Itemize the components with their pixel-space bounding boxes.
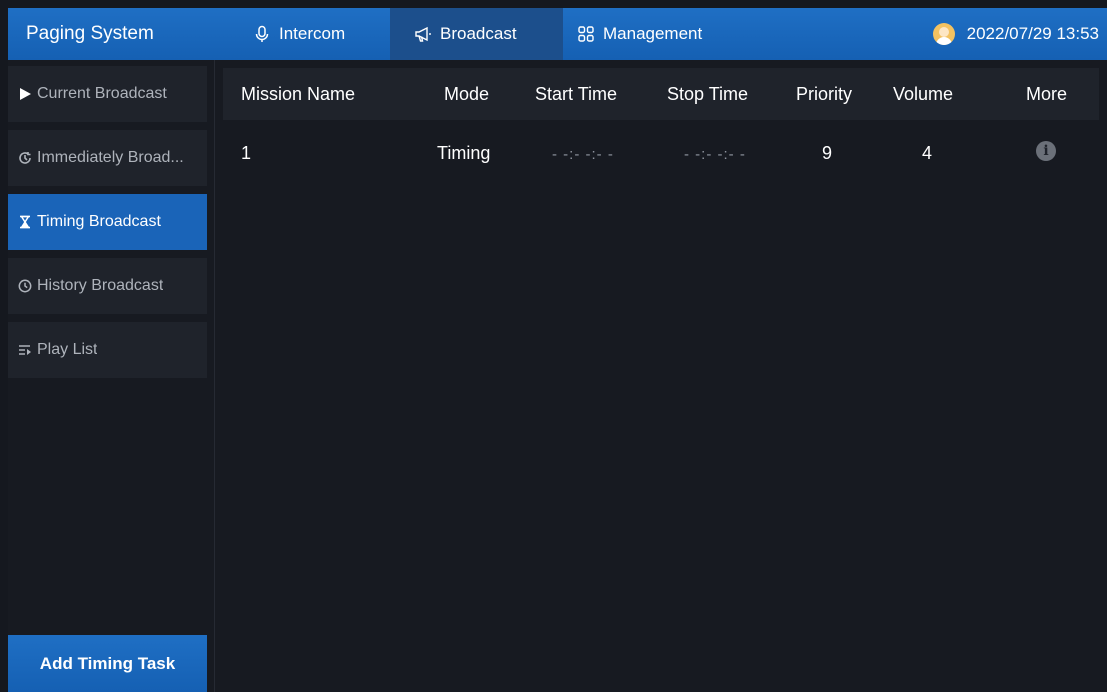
clock-icon — [18, 279, 32, 293]
sidebar-item-label: Immediately Broad... — [37, 149, 184, 166]
sidebar-item-current-broadcast[interactable]: Current Broadcast — [8, 66, 207, 122]
column-header-start-time: Start Time — [535, 84, 618, 104]
cell-stop-time: - -:- -:- - — [684, 146, 746, 163]
sidebar: Current Broadcast Immediately Broad... T… — [8, 60, 215, 692]
column-header-priority: Priority — [796, 84, 853, 104]
table-header: Mission Name Mode Start Time Stop Time P… — [223, 68, 1099, 120]
broadcast-table: Mission Name Mode Start Time Stop Time P… — [223, 68, 1099, 692]
play-icon — [20, 88, 31, 100]
tab-management[interactable]: Management — [563, 8, 763, 60]
sidebar-item-label: Timing Broadcast — [37, 213, 161, 230]
tab-management-label: Management — [603, 24, 703, 43]
sidebar-item-label: Play List — [37, 341, 98, 358]
cell-priority: 9 — [822, 143, 833, 163]
sidebar-item-label: History Broadcast — [37, 277, 164, 294]
sidebar-item-play-list[interactable]: Play List — [8, 322, 207, 378]
tab-intercom[interactable]: Intercom — [213, 8, 390, 60]
info-icon[interactable]: i — [1036, 141, 1056, 161]
sidebar-item-timing-broadcast[interactable]: Timing Broadcast — [8, 194, 207, 250]
column-header-mission-name: Mission Name — [241, 84, 356, 104]
column-header-volume: Volume — [893, 84, 954, 104]
refresh-clock-icon — [19, 152, 31, 164]
cell-volume: 4 — [922, 143, 933, 163]
top-right-area: 2022/07/29 13:53 — [932, 8, 1107, 60]
playlist-icon — [19, 345, 31, 355]
add-timing-task-button[interactable]: Add Timing Task — [8, 635, 207, 692]
tab-broadcast[interactable]: Broadcast — [390, 8, 563, 60]
app-frame: Paging System Intercom Broadcast Managem… — [8, 8, 1107, 692]
microphone-icon — [255, 25, 269, 42]
column-header-more: More — [1026, 84, 1068, 104]
tab-intercom-label: Intercom — [279, 24, 346, 43]
avatar[interactable] — [932, 23, 955, 45]
sidebar-item-immediately-broadcast[interactable]: Immediately Broad... — [8, 130, 207, 186]
hourglass-icon — [20, 215, 30, 229]
column-header-mode: Mode — [444, 84, 490, 104]
cell-mode: Timing — [437, 143, 491, 163]
cell-start-time: - -:- -:- - — [552, 146, 614, 163]
grid-icon — [578, 26, 594, 42]
datetime: 2022/07/29 13:53 — [966, 24, 1099, 43]
table-row[interactable]: 1 Timing - -:- -:- - - -:- -:- - 9 4 i — [223, 120, 1099, 180]
cell-mission-name: 1 — [241, 143, 252, 163]
sidebar-item-history-broadcast[interactable]: History Broadcast — [8, 258, 207, 314]
app-title: Paging System — [26, 23, 154, 44]
column-header-stop-time: Stop Time — [667, 84, 749, 104]
top-bar: Paging System Intercom Broadcast Managem… — [8, 8, 1107, 60]
megaphone-icon — [415, 26, 431, 42]
tab-broadcast-label: Broadcast — [440, 24, 517, 43]
sidebar-item-label: Current Broadcast — [37, 85, 167, 102]
